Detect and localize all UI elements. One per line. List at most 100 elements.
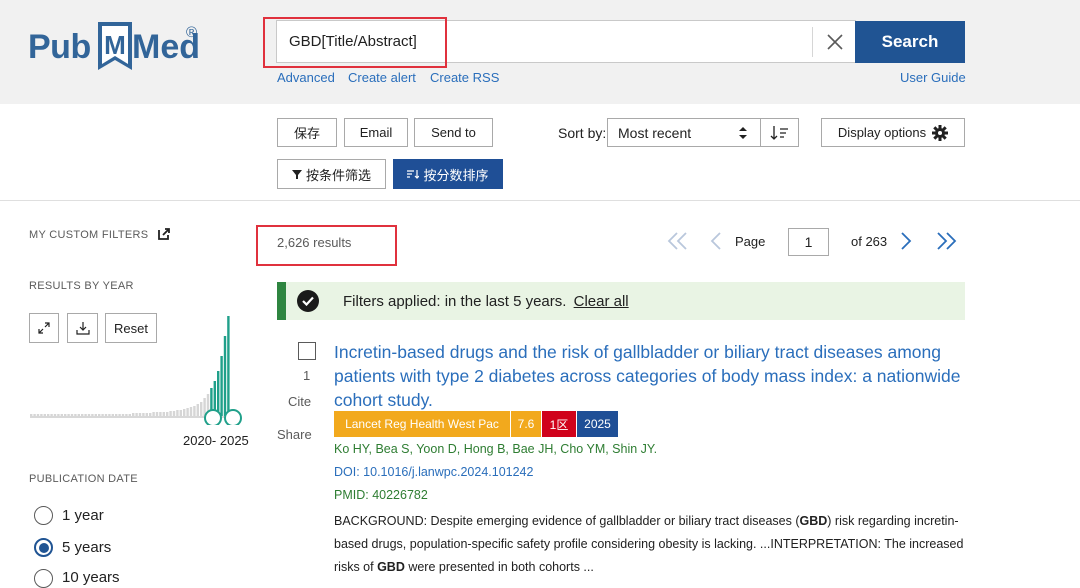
radio-5-years[interactable] [34, 538, 53, 557]
timeline-bar[interactable] [145, 413, 148, 416]
timeline-bar[interactable] [189, 407, 193, 416]
timeline-bar[interactable] [217, 371, 220, 416]
timeline-bar[interactable] [94, 414, 97, 416]
timeline-bar[interactable] [70, 414, 74, 416]
timeline-bar[interactable] [40, 414, 43, 416]
clear-all-link[interactable]: Clear all [574, 293, 629, 310]
sort-select[interactable]: Most recent [607, 118, 761, 147]
timeline-range-end-handle[interactable] [224, 409, 242, 425]
timeline-bar[interactable] [111, 414, 114, 416]
user-guide-link[interactable]: User Guide [900, 70, 966, 85]
article-title-link[interactable]: Incretin-based drugs and the risk of gal… [334, 340, 964, 412]
timeline-bar[interactable] [108, 414, 111, 416]
create-alert-link[interactable]: Create alert [348, 70, 416, 85]
timeline-bar[interactable] [115, 414, 118, 416]
snippet-text-1: BACKGROUND: Despite emerging evidence of… [334, 514, 800, 528]
timeline-bar[interactable] [87, 414, 91, 416]
timeline-bar[interactable] [159, 412, 162, 416]
last-page-icon[interactable] [935, 231, 957, 251]
timeline-bar[interactable] [84, 414, 87, 416]
timeline-bar[interactable] [30, 414, 33, 416]
timeline-bar[interactable] [67, 414, 70, 416]
timeline-bar[interactable] [149, 413, 152, 416]
timeline-bar[interactable] [138, 413, 142, 416]
timeline-bar[interactable] [60, 414, 63, 416]
radio-1-year-label[interactable]: 1 year [62, 507, 104, 524]
my-custom-filters-heading[interactable]: MY CUSTOM FILTERS [29, 228, 170, 241]
timeline-bar[interactable] [50, 414, 53, 416]
timeline-bar[interactable] [74, 414, 77, 416]
timeline-bar[interactable] [179, 410, 182, 416]
timeline-bar[interactable] [155, 412, 159, 416]
timeline-bar[interactable] [152, 412, 155, 416]
results-count-highlight-box [256, 225, 397, 266]
timeline-bar[interactable] [176, 410, 179, 416]
next-page-icon[interactable] [899, 231, 913, 251]
create-rss-link[interactable]: Create RSS [430, 70, 499, 85]
first-page-icon[interactable] [667, 231, 689, 251]
page-label: Page [735, 234, 766, 249]
radio-10-years-label[interactable]: 10 years [62, 569, 120, 586]
timeline-bar[interactable] [77, 414, 80, 416]
timeline-bar[interactable] [172, 411, 176, 416]
timeline-bar[interactable] [183, 409, 186, 416]
cite-button[interactable]: Cite [288, 394, 311, 409]
pubmed-logo[interactable]: Pub M Med ® [28, 18, 208, 78]
radio-1-year[interactable] [34, 506, 53, 525]
timeline-bar[interactable] [128, 414, 131, 416]
timeline-bar[interactable] [193, 406, 196, 416]
timeline-bar[interactable] [200, 402, 203, 416]
article-doi[interactable]: DOI: 10.1016/j.lanwpc.2024.101242 [334, 465, 533, 479]
timeline-bar[interactable] [227, 316, 230, 416]
journal-badge: Lancet Reg Health West Pac [334, 411, 510, 437]
timeline-bar[interactable] [186, 408, 189, 416]
previous-page-icon[interactable] [709, 231, 723, 251]
email-button[interactable]: Email [344, 118, 408, 147]
display-options-button[interactable]: Display options [821, 118, 965, 147]
timeline-bar[interactable] [135, 413, 138, 416]
timeline-bar[interactable] [57, 414, 60, 416]
timeline-bar[interactable] [223, 336, 227, 416]
close-icon [826, 34, 843, 50]
search-button[interactable]: Search [855, 21, 965, 63]
article-select-checkbox[interactable] [298, 342, 316, 360]
results-by-year-timeline[interactable] [30, 310, 250, 425]
header: Pub M Med ® Search Advanced Create alert… [0, 0, 1080, 104]
timeline-bar[interactable] [101, 414, 104, 416]
display-options-label: Display options [837, 125, 927, 140]
timeline-bar[interactable] [162, 412, 165, 416]
timeline-bar[interactable] [47, 414, 50, 416]
timeline-bar[interactable] [36, 414, 40, 416]
timeline-bar[interactable] [43, 414, 46, 416]
timeline-bar[interactable] [64, 414, 67, 416]
timeline-bar[interactable] [53, 414, 57, 416]
timeline-bar[interactable] [125, 414, 128, 416]
save-button[interactable]: 保存 [277, 118, 337, 147]
timeline-range-start-handle[interactable] [204, 409, 222, 425]
timeline-bar[interactable] [196, 404, 199, 416]
timeline-bar[interactable] [91, 414, 94, 416]
timeline-bar[interactable] [132, 413, 135, 416]
toolbar-divider [0, 200, 1080, 201]
timeline-bar[interactable] [166, 412, 169, 416]
timeline-bar[interactable] [121, 414, 125, 416]
filter-by-conditions-button[interactable]: 按条件筛选 [277, 159, 386, 189]
timeline-bar[interactable] [81, 414, 84, 416]
timeline-bar[interactable] [142, 413, 145, 416]
timeline-bar[interactable] [104, 414, 108, 416]
clear-search-button[interactable] [812, 27, 856, 57]
timeline-bar[interactable] [220, 356, 223, 416]
timeline-bar[interactable] [118, 414, 121, 416]
radio-5-years-label[interactable]: 5 years [62, 539, 111, 556]
share-button[interactable]: Share [277, 427, 312, 442]
advanced-link[interactable]: Advanced [277, 70, 335, 85]
page-number-input[interactable]: 1 [788, 228, 829, 256]
sort-order-button[interactable] [761, 118, 799, 147]
my-custom-filters-label: MY CUSTOM FILTERS [29, 229, 149, 241]
sort-by-score-button[interactable]: 按分数排序 [393, 159, 503, 189]
year-badge: 2025 [577, 411, 618, 437]
timeline-bar[interactable] [169, 411, 172, 416]
timeline-bar[interactable] [33, 414, 36, 416]
send-to-button[interactable]: Send to [414, 118, 493, 147]
timeline-bar[interactable] [98, 414, 101, 416]
